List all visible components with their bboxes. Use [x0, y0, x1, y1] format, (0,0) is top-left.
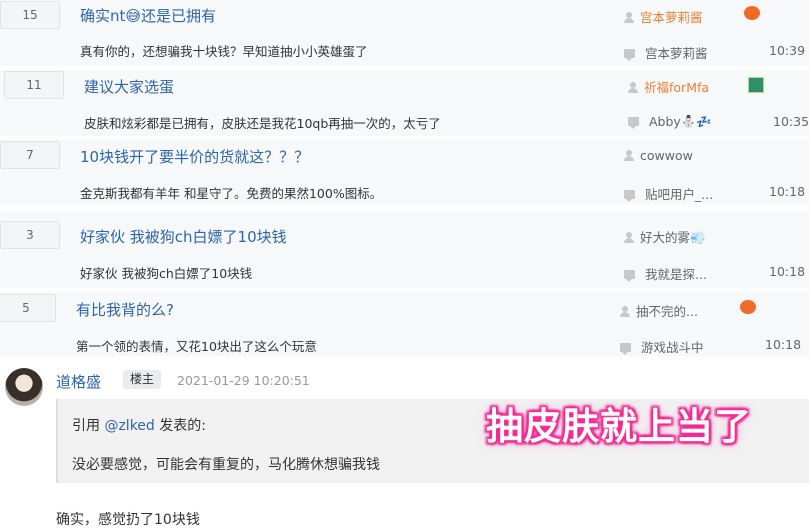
user-icon: [624, 232, 634, 243]
thread-title[interactable]: 10块钱开了要半价的货就这？？？: [80, 146, 309, 167]
post-author[interactable]: 道格盛: [56, 371, 101, 392]
thread-author[interactable]: 好大的雾💨: [624, 227, 706, 246]
thread-author[interactable]: 宫本萝莉酱: [624, 7, 703, 26]
thread-author[interactable]: 祈福forMfa: [628, 77, 709, 96]
quote-user-link[interactable]: @zlked: [104, 418, 154, 434]
reply-text: 确实，感觉扔了10块钱: [56, 512, 200, 528]
comment-icon: [624, 190, 635, 202]
last-reply-time: 10:18: [769, 184, 806, 199]
level-badge-icon: [748, 77, 764, 93]
row-divider: [0, 204, 809, 212]
quote-header: 引用 @zlked 发表的:: [72, 418, 206, 434]
level-badge-icon: [744, 6, 760, 20]
user-icon: [628, 82, 638, 93]
user-icon: [624, 150, 634, 161]
last-reply-time: 10:18: [769, 264, 806, 279]
thread-author[interactable]: 抽不完的...: [620, 301, 698, 320]
thread-title[interactable]: 建议大家选蛋: [84, 76, 174, 97]
last-reply-user[interactable]: 我就是探...: [624, 264, 707, 283]
last-reply-time: 10:39: [769, 43, 806, 58]
reply-count: 3: [0, 221, 60, 249]
user-icon: [620, 306, 630, 317]
last-reply-time: 10:18: [765, 337, 802, 352]
quote-text: 没必要感觉，可能会有重复的，马化腾休想骗我钱: [72, 457, 380, 473]
comment-icon: [624, 49, 635, 61]
thread-preview: 皮肤和炫彩都是已拥有，皮肤还是我花10qb再抽一次的，太亏了: [84, 116, 441, 131]
thread-title[interactable]: 好家伙 我被狗ch白嫖了10块钱: [80, 226, 287, 247]
last-reply-user[interactable]: 宫本萝莉酱: [624, 43, 708, 62]
level-badge-icon: [740, 300, 756, 314]
comment-icon: [628, 117, 639, 129]
avatar[interactable]: [5, 368, 43, 406]
overlay-caption: 抽皮肤就上当了: [486, 405, 752, 448]
reply-count: 15: [0, 1, 60, 29]
thread-preview: 金克斯我都有羊年 和星守了。免费的果然100%图标。: [80, 186, 383, 201]
thread-author[interactable]: cowwow: [624, 148, 693, 163]
reply-count: 7: [0, 141, 60, 169]
reply-count: 5: [0, 294, 56, 322]
last-reply-user[interactable]: Abby⛄💤: [628, 114, 712, 130]
last-reply-user[interactable]: 游戏战斗中: [620, 337, 704, 356]
thread-preview: 真有你的，还想骗我十块钱？早知道抽小小英雄蛋了: [80, 44, 368, 59]
reply-count: 11: [4, 71, 64, 99]
thread-title[interactable]: 确实nt😅还是已拥有: [80, 5, 216, 26]
comment-icon: [624, 270, 635, 282]
thread-preview: 好家伙 我被狗ch白嫖了10块钱: [80, 266, 253, 281]
last-reply-time: 10:35: [773, 114, 809, 129]
op-badge: 楼主: [123, 370, 161, 389]
post-date: 2021-01-29 10:20:51: [177, 373, 310, 388]
user-icon: [624, 12, 634, 23]
last-reply-user[interactable]: 贴吧用户_...: [624, 184, 713, 203]
thread-title[interactable]: 有比我背的么?: [76, 299, 174, 320]
comment-icon: [620, 343, 631, 355]
thread-preview: 第一个领的表情，又花10块出了这么个玩意: [76, 339, 317, 354]
